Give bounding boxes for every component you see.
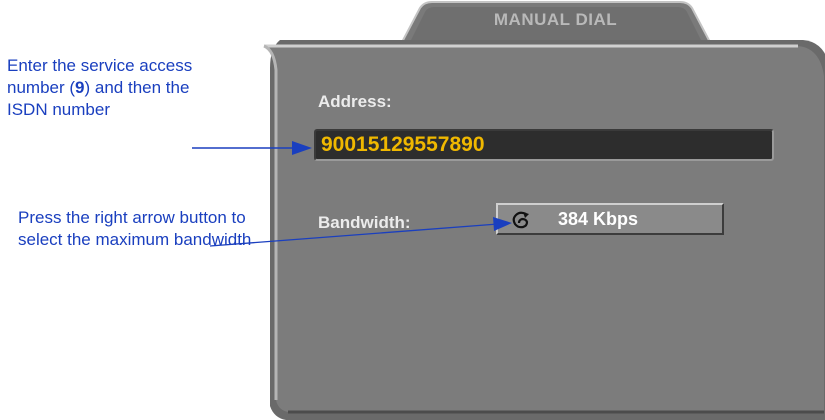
callout-address-bold: 9 <box>75 78 85 97</box>
bandwidth-label: Bandwidth: <box>318 213 411 232</box>
bandwidth-value: 384 Kbps <box>558 209 639 229</box>
address-label: Address: <box>318 92 392 111</box>
cycle-arrow-icon <box>512 211 529 229</box>
callout-bandwidth-text: Press the right arrow button to select t… <box>18 208 252 249</box>
address-input[interactable]: 90015129557890 <box>314 129 774 161</box>
callout-bandwidth: Press the right arrow button to select t… <box>18 207 258 251</box>
callout-address: Enter the service access number (9) and … <box>7 55 207 121</box>
address-value: 90015129557890 <box>321 133 485 156</box>
tab-title: MANUAL DIAL <box>493 10 618 29</box>
bandwidth-selector-button[interactable]: 384 Kbps <box>496 203 724 235</box>
